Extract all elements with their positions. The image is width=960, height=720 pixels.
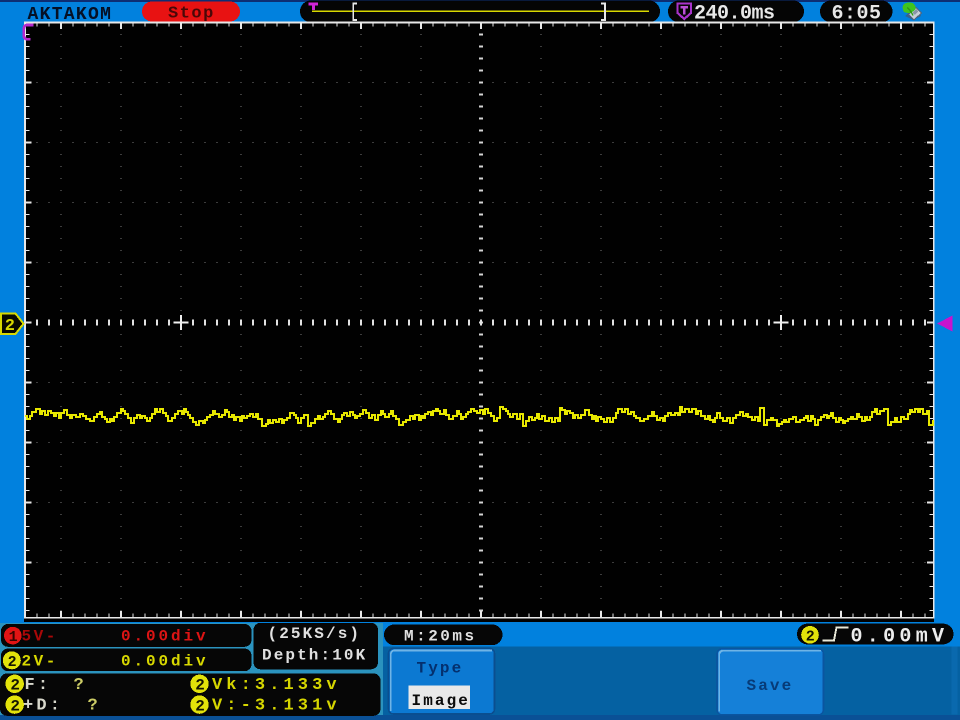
- svg-text:2: 2: [8, 654, 17, 671]
- svg-text:2: 2: [10, 677, 20, 695]
- svg-text:2: 2: [806, 628, 815, 645]
- svg-text:2: 2: [5, 317, 15, 336]
- svg-text:2: 2: [195, 697, 205, 715]
- svg-text:F:: F:: [25, 676, 52, 695]
- svg-text:0.00div: 0.00div: [121, 653, 209, 671]
- svg-text:Type: Type: [417, 660, 464, 678]
- svg-text:2: 2: [10, 697, 20, 715]
- svg-text:+D:: +D:: [23, 697, 63, 716]
- svg-text:(25KS/s): (25KS/s): [268, 625, 362, 643]
- svg-text:Image: Image: [412, 692, 471, 710]
- svg-text:M:20ms: M:20ms: [404, 628, 477, 646]
- svg-text:V:-3.131v: V:-3.131v: [212, 697, 341, 716]
- svg-text:0.00div: 0.00div: [121, 628, 209, 646]
- svg-text:Vk:3.133v: Vk:3.133v: [212, 676, 341, 695]
- svg-text:1: 1: [9, 629, 18, 646]
- svg-text:5V-: 5V-: [22, 628, 58, 646]
- svg-text:2V-: 2V-: [22, 653, 58, 671]
- svg-text:Stop: Stop: [168, 5, 215, 24]
- svg-text:?: ?: [74, 676, 87, 695]
- svg-text:Depth:10K: Depth:10K: [262, 646, 367, 664]
- svg-text:2: 2: [195, 677, 205, 695]
- svg-text:0.00mV: 0.00mV: [851, 626, 949, 649]
- svg-text:Save: Save: [747, 677, 794, 695]
- svg-text:?: ?: [88, 697, 101, 716]
